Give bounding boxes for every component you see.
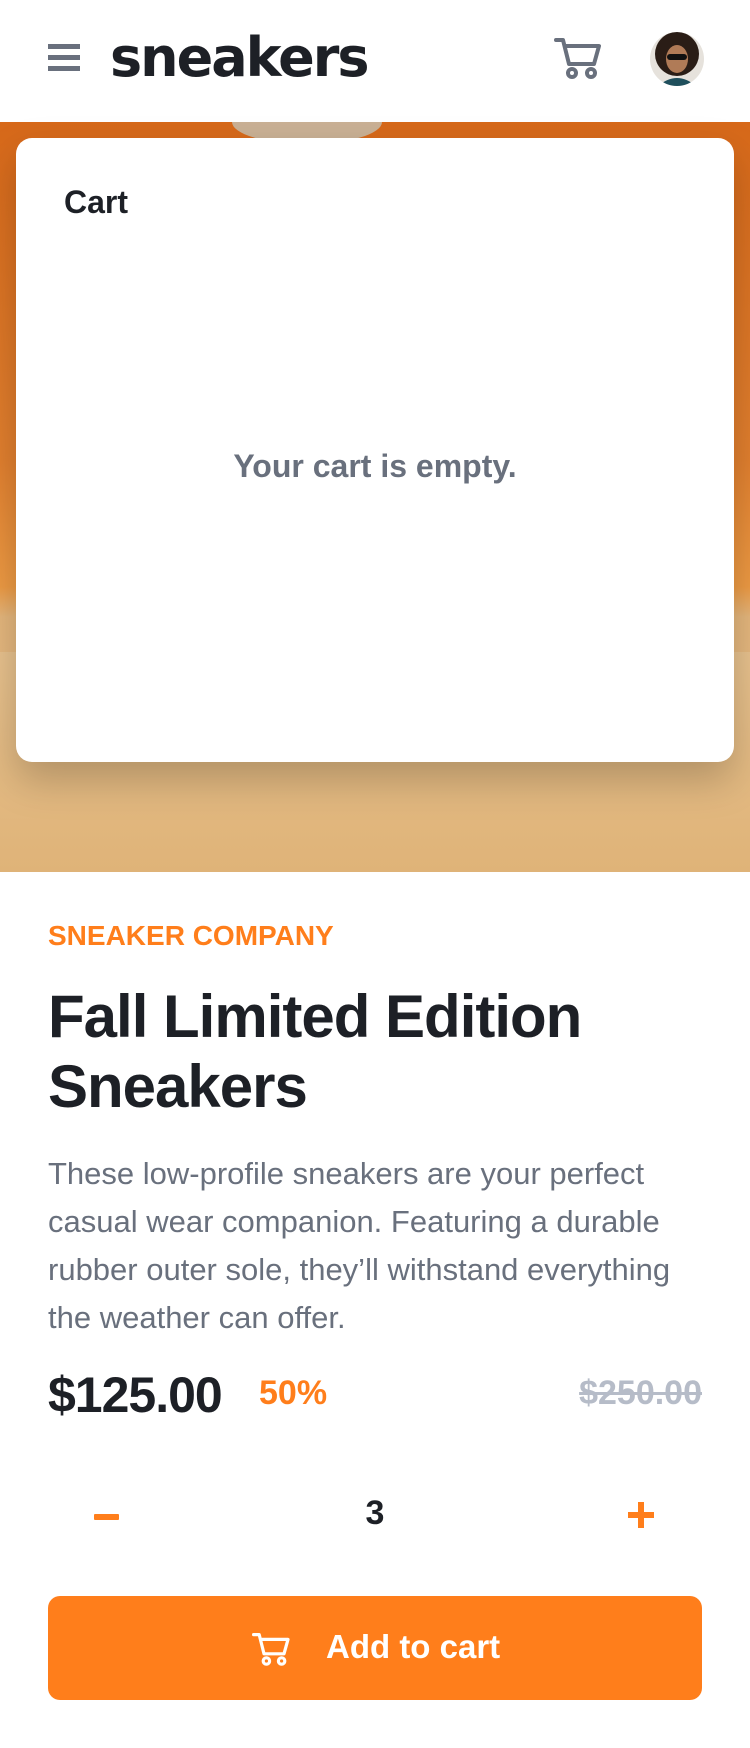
- site-header: sneakers: [0, 0, 750, 122]
- cart-icon: [554, 38, 601, 79]
- logo[interactable]: sneakers: [110, 24, 370, 92]
- menu-button[interactable]: [48, 44, 80, 72]
- company-name: SNEAKER COMPANY: [48, 920, 334, 951]
- current-price: $125.00: [48, 1367, 223, 1423]
- quantity-stepper: 3: [48, 1470, 702, 1560]
- cart-dropdown: Cart Your cart is empty.: [16, 138, 734, 762]
- product-title: Fall Limited Edition Sneakers: [48, 983, 582, 1120]
- avatar[interactable]: [650, 32, 704, 86]
- add-to-cart-label: Add to cart: [326, 1628, 501, 1665]
- cart-icon: [252, 1633, 290, 1666]
- cart-button[interactable]: [554, 36, 604, 80]
- hamburger-menu-icon: [48, 44, 80, 49]
- discount-badge: 50%: [259, 1374, 328, 1412]
- product-description: These low-profile sneakers are your perf…: [48, 1156, 671, 1335]
- cart-empty-message: Your cart is empty.: [233, 448, 517, 484]
- increase-quantity-button[interactable]: [628, 1500, 658, 1530]
- avatar-icon: [650, 32, 704, 86]
- original-price: $250.00: [579, 1374, 702, 1412]
- quantity-value: 3: [365, 1494, 385, 1532]
- cart-title: Cart: [64, 184, 129, 220]
- add-to-cart-button[interactable]: Add to cart: [48, 1596, 702, 1700]
